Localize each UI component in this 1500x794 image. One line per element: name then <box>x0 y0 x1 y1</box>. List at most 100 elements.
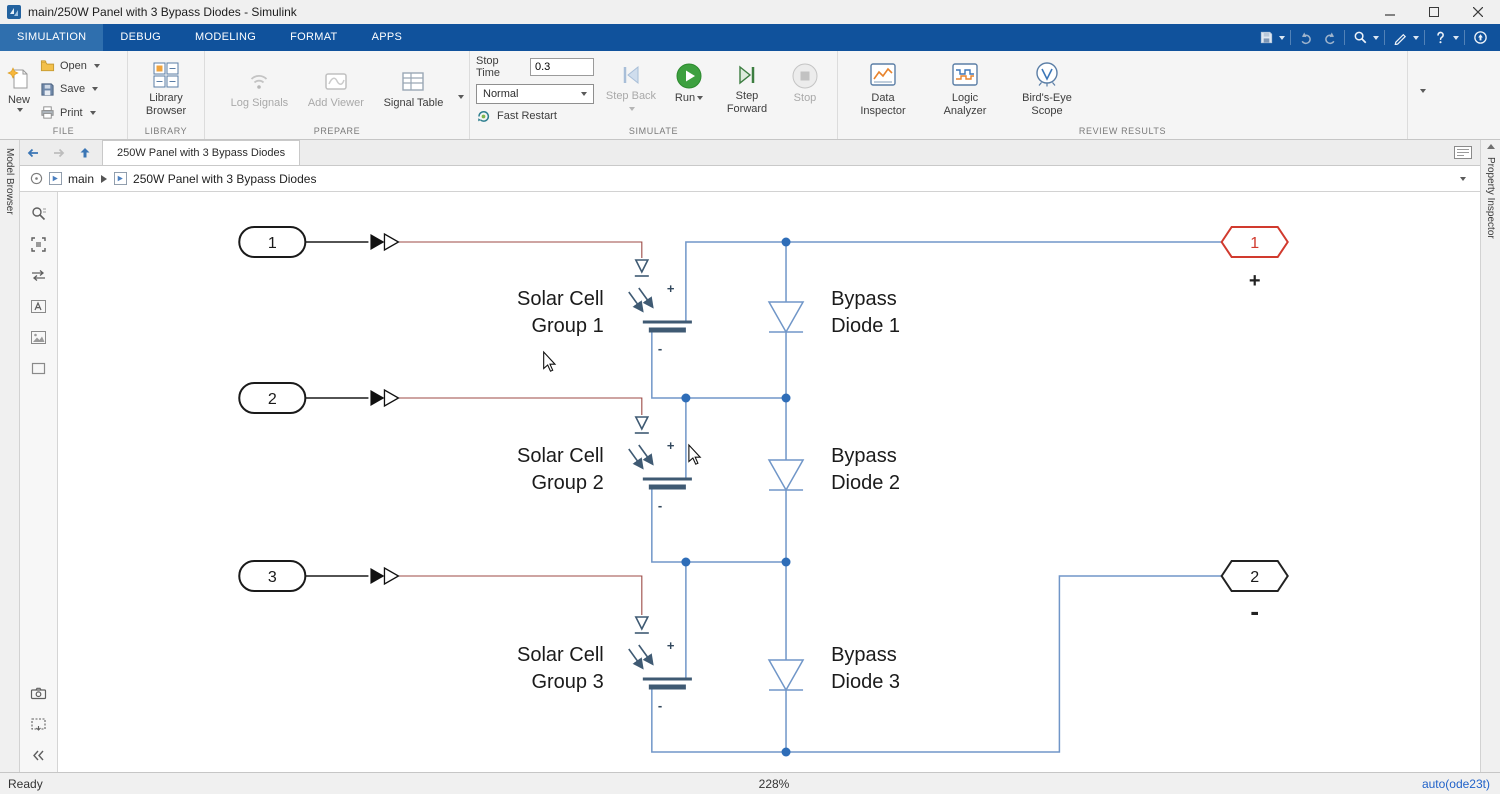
help-button[interactable] <box>1430 28 1450 48</box>
toolbar-separator <box>1464 30 1465 45</box>
up-to-parent-icon <box>77 145 93 161</box>
print-button[interactable]: Print <box>40 105 100 120</box>
model-browser-tab-label[interactable]: Model Browser <box>4 148 15 215</box>
bypass-diode-3-name-line2[interactable]: Diode 3 <box>831 671 900 693</box>
ps-converter-2-block[interactable] <box>370 390 398 406</box>
dropdown-caret-icon[interactable] <box>1413 36 1419 40</box>
new-button[interactable]: New <box>6 66 32 113</box>
inport-1-label: 1 <box>268 235 277 252</box>
annotation-button[interactable] <box>28 295 50 317</box>
toolstrip-overflow-caret-icon[interactable] <box>1420 89 1426 93</box>
breadcrumb-current[interactable]: 250W Panel with 3 Bypass Diodes <box>133 172 316 186</box>
navigate-back-button[interactable] <box>20 140 46 165</box>
bypass-diode-1-name-line1[interactable]: Bypass <box>831 288 897 310</box>
annotate-button[interactable] <box>1390 28 1410 48</box>
scroll-up-icon[interactable] <box>1487 144 1495 149</box>
add-viewer-label: Add Viewer <box>308 97 364 110</box>
solar-cell-group-1-block[interactable]: + - <box>629 260 692 356</box>
connection-wires[interactable] <box>652 242 1222 752</box>
dropdown-caret-icon[interactable] <box>1373 36 1379 40</box>
undo-button[interactable] <box>1296 28 1316 48</box>
outport-2-block[interactable]: 2 - <box>1222 561 1288 626</box>
model-browser-strip[interactable]: Model Browser <box>0 140 20 772</box>
status-zoom-level[interactable]: 228% <box>759 777 790 791</box>
outport-1-block[interactable]: 1 + <box>1222 227 1288 292</box>
screenshot-button[interactable] <box>28 713 50 735</box>
stop-label: Stop <box>794 92 817 105</box>
signal-table-button[interactable]: Signal Table <box>384 69 444 110</box>
property-inspector-tab-label[interactable]: Property Inspector <box>1485 157 1496 239</box>
add-viewer-button[interactable]: Add Viewer <box>308 69 364 110</box>
section-label-simulate: SIMULATE <box>470 124 837 139</box>
solar-cell-group-1-name-line1[interactable]: Solar Cell <box>517 288 604 310</box>
model-data-editor-button[interactable] <box>1446 140 1480 165</box>
navigate-forward-button[interactable] <box>46 140 72 165</box>
bypass-diode-2-block[interactable] <box>769 460 803 490</box>
solar-cell-group-1-name-line2[interactable]: Group 1 <box>531 315 603 337</box>
ps-converter-3-block[interactable] <box>370 568 398 584</box>
model-canvas[interactable]: 1 2 3 <box>58 192 1480 772</box>
image-annotation-button[interactable] <box>28 326 50 348</box>
solar-cell-group-3-name-line2[interactable]: Group 3 <box>531 671 603 693</box>
step-forward-button[interactable]: Step Forward <box>720 62 774 115</box>
tab-apps[interactable]: APPS <box>355 24 420 51</box>
save-button[interactable]: Save <box>40 82 100 97</box>
simulation-mode-select[interactable]: Normal <box>476 84 594 104</box>
tab-debug[interactable]: DEBUG <box>103 24 178 51</box>
navigate-up-button[interactable] <box>72 140 98 165</box>
run-button[interactable]: Run <box>662 62 716 105</box>
search-button[interactable] <box>1350 28 1370 48</box>
bypass-diode-3-name-line1[interactable]: Bypass <box>831 644 897 666</box>
log-signals-icon <box>246 69 272 95</box>
sync-button[interactable] <box>1470 28 1490 48</box>
viewmark-button[interactable] <box>28 682 50 704</box>
maximize-button[interactable] <box>1412 0 1456 24</box>
auto-arrange-button[interactable] <box>28 264 50 286</box>
zoom-button[interactable] <box>28 202 50 224</box>
collapse-palette-button[interactable] <box>28 744 50 766</box>
log-signals-button[interactable]: Log Signals <box>231 69 289 110</box>
fast-restart-toggle[interactable]: Fast Restart <box>476 109 594 124</box>
stop-time-input[interactable] <box>530 58 594 76</box>
solar-cell-group-3-name-line1[interactable]: Solar Cell <box>517 644 604 666</box>
data-inspector-button[interactable]: Data Inspector <box>844 60 922 117</box>
bypass-diode-1-block[interactable] <box>769 302 803 332</box>
model-canvas-container[interactable]: 1 2 3 <box>58 192 1480 772</box>
dropdown-caret-icon[interactable] <box>1279 36 1285 40</box>
fit-to-view-button[interactable] <box>28 233 50 255</box>
solar-cell-group-2-name-line1[interactable]: Solar Cell <box>517 445 604 467</box>
breadcrumb-options-icon[interactable] <box>30 172 43 185</box>
solar-cell-group-2-block[interactable]: + - <box>629 417 692 513</box>
library-browser-button[interactable]: Library Browser <box>135 60 197 117</box>
ps-converter-1-block[interactable] <box>370 234 398 250</box>
bypass-diode-2-name-line1[interactable]: Bypass <box>831 445 897 467</box>
birds-eye-scope-button[interactable]: Bird's-Eye Scope <box>1008 60 1086 117</box>
document-tab-active[interactable]: 250W Panel with 3 Bypass Diodes <box>102 140 300 165</box>
redo-button[interactable] <box>1319 28 1339 48</box>
bypass-diode-1-name-line2[interactable]: Diode 1 <box>831 315 900 337</box>
bypass-diode-2-name-line2[interactable]: Diode 2 <box>831 472 900 494</box>
solar-cell-group-2-name-line2[interactable]: Group 2 <box>531 472 603 494</box>
breadcrumb-root[interactable]: main <box>68 172 94 186</box>
inport-1-block[interactable]: 1 <box>239 227 305 257</box>
breadcrumb-dropdown-caret-icon[interactable] <box>1460 177 1466 181</box>
close-button[interactable] <box>1456 0 1500 24</box>
minimize-button[interactable] <box>1368 0 1412 24</box>
status-solver[interactable]: auto(ode23t) <box>1422 777 1490 791</box>
tab-modeling[interactable]: MODELING <box>178 24 273 51</box>
step-back-button[interactable]: Step Back <box>604 62 658 115</box>
inport-3-block[interactable]: 3 <box>239 561 305 591</box>
bypass-diode-3-block[interactable] <box>769 660 803 690</box>
tab-simulation[interactable]: SIMULATION <box>0 24 103 51</box>
property-inspector-strip[interactable]: Property Inspector <box>1480 140 1500 772</box>
open-button[interactable]: Open <box>40 58 100 73</box>
solar-cell-group-3-block[interactable]: + - <box>629 617 692 713</box>
tab-format[interactable]: FORMAT <box>273 24 354 51</box>
logic-analyzer-button[interactable]: Logic Analyzer <box>926 60 1004 117</box>
inport-2-block[interactable]: 2 <box>239 383 305 413</box>
dropdown-caret-icon[interactable] <box>1453 36 1459 40</box>
area-box-button[interactable] <box>28 357 50 379</box>
prepare-gallery-caret-icon[interactable] <box>458 95 464 99</box>
quick-save-button[interactable] <box>1256 28 1276 48</box>
stop-button[interactable]: Stop <box>778 62 832 105</box>
